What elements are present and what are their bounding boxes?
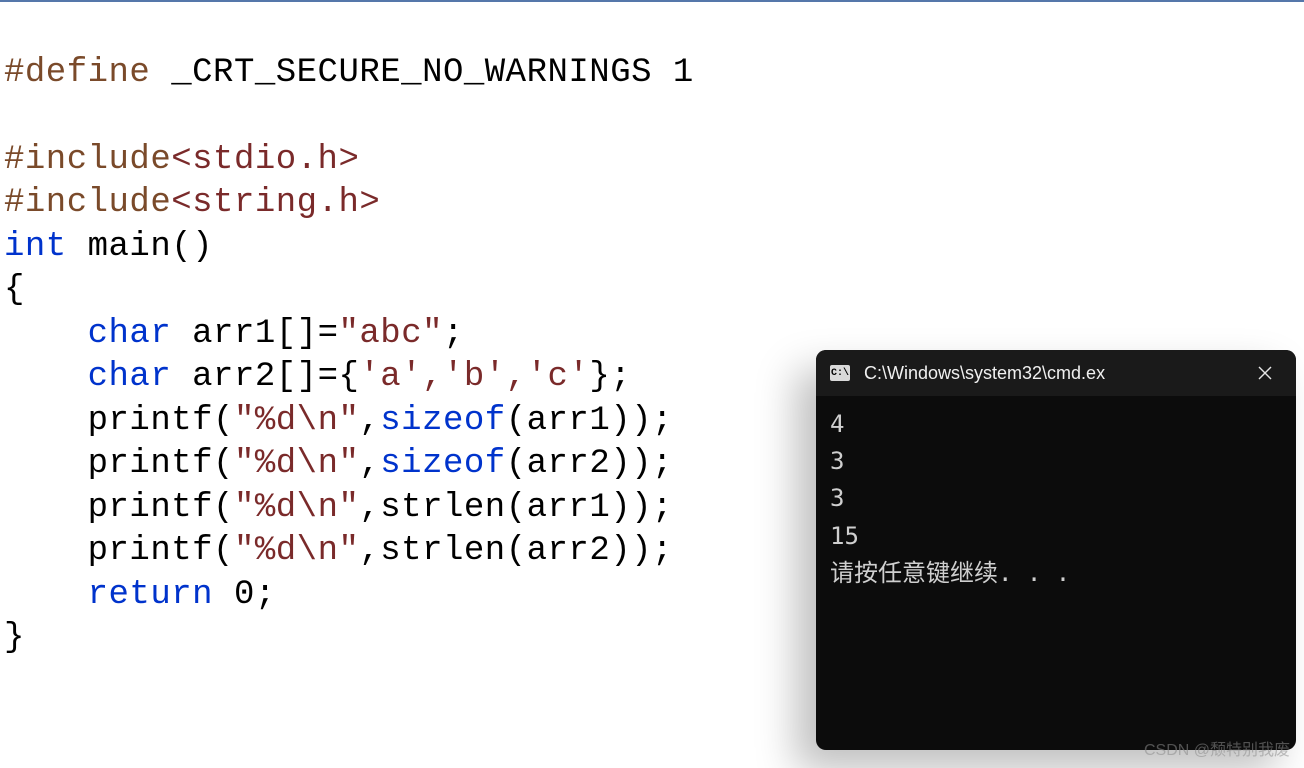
arr1-ref: (arr1)); (506, 489, 673, 527)
indent (4, 358, 88, 396)
comma: , (359, 532, 380, 570)
kw-char: char (88, 358, 172, 396)
brace-close: } (4, 619, 25, 657)
preproc-define: #define (4, 54, 150, 92)
printf-call: printf( (88, 402, 234, 440)
indent (4, 532, 88, 570)
kw-sizeof: sizeof (380, 402, 505, 440)
comma: , (359, 445, 380, 483)
return-zero: 0; (213, 576, 276, 614)
kw-return: return (88, 576, 213, 614)
arr1-literal: "abc" (338, 315, 443, 353)
kw-sizeof: sizeof (380, 445, 505, 483)
indent (4, 489, 88, 527)
output-line: 15 (830, 518, 1282, 555)
indent (4, 315, 88, 353)
define-value: _CRT_SECURE_NO_WARNINGS 1 (150, 54, 694, 92)
comma: , (359, 402, 380, 440)
close-button[interactable] (1242, 350, 1288, 396)
printf-call: printf( (88, 532, 234, 570)
arr1-decl: arr1[]= (171, 315, 338, 353)
fmt-string: "%d\n" (234, 445, 359, 483)
include-header-2: <string.h> (171, 184, 380, 222)
console-titlebar[interactable]: C:\ C:\Windows\system32\cmd.ex (816, 350, 1296, 396)
main-decl: main() (67, 228, 213, 266)
printf-call: printf( (88, 445, 234, 483)
output-prompt: 请按任意键继续. . . (830, 555, 1282, 592)
console-window[interactable]: C:\ C:\Windows\system32\cmd.ex 4 3 3 15 … (816, 350, 1296, 750)
arr2-ref: (arr2)); (506, 532, 673, 570)
console-title: C:\Windows\system32\cmd.ex (864, 363, 1242, 384)
arr2-decl: arr2[]={ (171, 358, 359, 396)
indent (4, 576, 88, 614)
arr2-end: }; (589, 358, 631, 396)
fmt-string: "%d\n" (234, 532, 359, 570)
output-line: 4 (830, 406, 1282, 443)
indent (4, 445, 88, 483)
output-line: 3 (830, 480, 1282, 517)
include-header-1: <stdio.h> (171, 141, 359, 179)
arr2-literal: 'a','b','c' (359, 358, 589, 396)
cmd-icon: C:\ (830, 365, 850, 381)
semi: ; (443, 315, 464, 353)
indent (4, 402, 88, 440)
preproc-include: #include (4, 184, 171, 222)
brace-open: { (4, 271, 25, 309)
kw-int: int (4, 228, 67, 266)
close-icon (1258, 366, 1272, 380)
console-output[interactable]: 4 3 3 15 请按任意键继续. . . (816, 396, 1296, 602)
arr2-ref: (arr2)); (506, 445, 673, 483)
fmt-string: "%d\n" (234, 489, 359, 527)
fmt-string: "%d\n" (234, 402, 359, 440)
arr1-ref: (arr1)); (506, 402, 673, 440)
output-line: 3 (830, 443, 1282, 480)
comma: , (359, 489, 380, 527)
printf-call: printf( (88, 489, 234, 527)
fn-strlen: strlen (380, 489, 505, 527)
preproc-include: #include (4, 141, 171, 179)
kw-char: char (88, 315, 172, 353)
fn-strlen: strlen (380, 532, 505, 570)
watermark: CSDN @颓特别我废 (1144, 736, 1290, 760)
